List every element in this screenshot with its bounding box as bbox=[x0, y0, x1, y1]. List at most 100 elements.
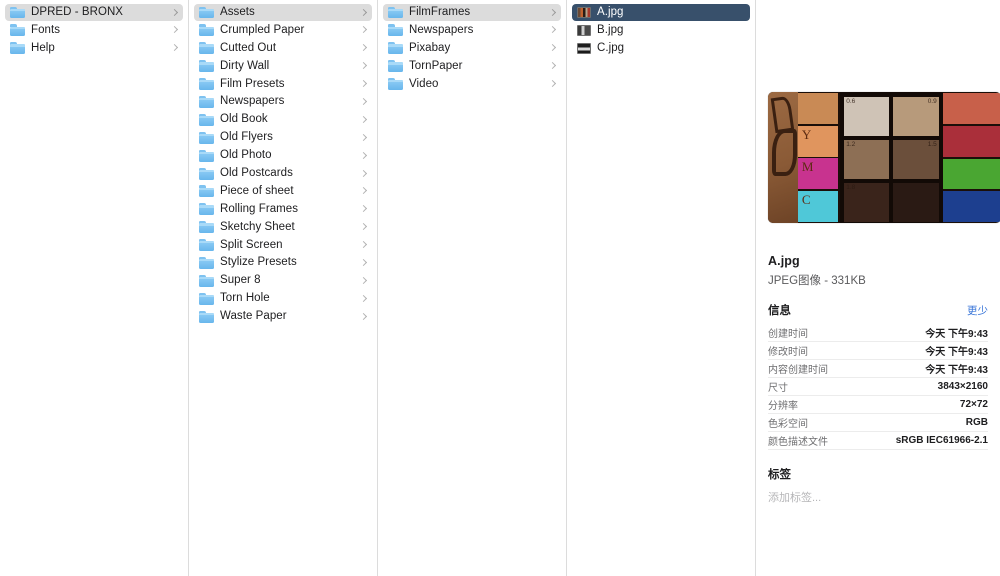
column-2-item[interactable]: Old Postcards bbox=[194, 165, 372, 182]
density-label-1-8: 1.8 bbox=[846, 184, 856, 191]
item-label: Cutted Out bbox=[220, 41, 277, 54]
info-toggle-link[interactable]: 更少 bbox=[967, 303, 988, 318]
item-label: Film Presets bbox=[220, 77, 285, 90]
item-label: Sketchy Sheet bbox=[220, 220, 295, 233]
column-2-item[interactable]: Old Flyers bbox=[194, 129, 372, 146]
column-2-item[interactable]: Newspapers bbox=[194, 93, 372, 110]
info-row: 内容创建时间 今天 下午9:43 bbox=[768, 360, 988, 378]
folder-icon bbox=[199, 131, 214, 144]
item-label: A.jpg bbox=[597, 6, 624, 18]
chevron-right-icon bbox=[360, 8, 368, 18]
folder-icon bbox=[199, 185, 214, 198]
color-calibration-chart-photo: Y M C 0.6 0.9 1.2 1.5 1.8 bbox=[768, 92, 1000, 223]
column-2-item[interactable]: Old Book bbox=[194, 111, 372, 128]
finder-column-2[interactable]: Assets Crumpled Paper Cutted Out Dirty Wall… bbox=[189, 0, 378, 576]
folder-icon bbox=[199, 95, 214, 108]
finder-column-4[interactable]: A.jpg B.jpg C.jpg bbox=[567, 0, 756, 576]
chevron-right-icon bbox=[171, 43, 179, 53]
folder-icon bbox=[10, 42, 25, 55]
chevron-right-icon bbox=[549, 8, 557, 18]
folder-icon bbox=[199, 310, 214, 323]
item-label: Waste Paper bbox=[220, 310, 287, 323]
chevron-right-icon bbox=[360, 151, 368, 161]
info-table: 创建时间 今天 下午9:43 修改时间 今天 下午9:43 内容创建时间 今天 下午9:4… bbox=[768, 324, 988, 450]
column-3-item[interactable]: FilmFrames bbox=[383, 4, 561, 21]
chevron-right-icon bbox=[549, 79, 557, 89]
info-row-value: sRGB IEC61966-2.1 bbox=[895, 435, 988, 446]
column-3-item[interactable]: Video bbox=[383, 76, 561, 93]
column-2-item[interactable]: Stylize Presets bbox=[194, 254, 372, 271]
column-2-item[interactable]: Dirty Wall bbox=[194, 58, 372, 75]
chevron-right-icon bbox=[360, 276, 368, 286]
column-3-item[interactable]: Pixabay bbox=[383, 40, 561, 57]
info-row-value: 72×72 bbox=[959, 399, 988, 410]
column-2-item[interactable]: Sketchy Sheet bbox=[194, 219, 372, 236]
item-label: Piece of sheet bbox=[220, 184, 294, 197]
folder-icon bbox=[199, 42, 214, 55]
column-4-item[interactable]: B.jpg bbox=[572, 22, 750, 39]
image-thumbnail-icon bbox=[577, 24, 591, 36]
item-label: Torn Hole bbox=[220, 292, 270, 305]
tags-section-title: 标签 bbox=[768, 469, 791, 481]
column-4-item[interactable]: A.jpg bbox=[572, 4, 750, 21]
preview-file-kind-size: JPEG图像 - 331KB bbox=[768, 275, 866, 287]
column-1-item[interactable]: Help bbox=[5, 40, 183, 57]
item-label: Rolling Frames bbox=[220, 202, 299, 215]
column-2-item[interactable]: Old Photo bbox=[194, 147, 372, 164]
folder-icon bbox=[199, 239, 214, 252]
item-label: Fonts bbox=[31, 23, 61, 36]
column-2-item[interactable]: Crumpled Paper bbox=[194, 22, 372, 39]
info-row: 尺寸 3843×2160 bbox=[768, 378, 988, 396]
folder-icon bbox=[199, 274, 214, 287]
chevron-right-icon bbox=[360, 294, 368, 304]
item-label: Split Screen bbox=[220, 238, 283, 251]
info-row-key: 创建时间 bbox=[768, 329, 808, 340]
chevron-right-icon bbox=[549, 25, 557, 35]
column-2-item[interactable]: Film Presets bbox=[194, 76, 372, 93]
column-1-item[interactable]: DPRED - BRONX bbox=[5, 4, 183, 21]
density-label-0-6: 0.6 bbox=[846, 98, 856, 105]
column-3-item[interactable]: Newspapers bbox=[383, 22, 561, 39]
column-2-item[interactable]: Assets bbox=[194, 4, 372, 21]
add-tag-field[interactable]: 添加标签... bbox=[768, 489, 988, 505]
info-row-key: 修改时间 bbox=[768, 347, 808, 358]
chevron-right-icon bbox=[360, 61, 368, 71]
info-row-key: 颜色描述文件 bbox=[768, 437, 828, 448]
info-row: 分辨率 72×72 bbox=[768, 396, 988, 414]
folder-icon bbox=[388, 24, 403, 37]
preview-file-name: A.jpg bbox=[768, 254, 800, 268]
chevron-right-icon bbox=[360, 222, 368, 232]
folder-icon bbox=[10, 24, 25, 37]
patch-label-m: M bbox=[801, 159, 814, 175]
item-label: FilmFrames bbox=[409, 6, 471, 18]
info-row-value: 今天 下午9:43 bbox=[925, 365, 988, 376]
folder-icon bbox=[199, 149, 214, 162]
column-2-item[interactable]: Split Screen bbox=[194, 237, 372, 254]
column-4-item[interactable]: C.jpg bbox=[572, 40, 750, 57]
finder-column-3[interactable]: FilmFrames Newspapers Pixabay TornPaper Vide… bbox=[378, 0, 567, 576]
column-2-item[interactable]: Cutted Out bbox=[194, 40, 372, 57]
column-3-item[interactable]: TornPaper bbox=[383, 58, 561, 75]
info-row-value: 今天 下午9:43 bbox=[925, 347, 988, 358]
column-2-item[interactable]: Super 8 bbox=[194, 272, 372, 289]
preview-image: Y M C 0.6 0.9 1.2 1.5 1.8 bbox=[768, 92, 1000, 223]
item-label: Old Postcards bbox=[220, 167, 293, 180]
folder-icon bbox=[388, 60, 403, 73]
finder-column-1[interactable]: DPRED - BRONX Fonts Help bbox=[0, 0, 189, 576]
chevron-right-icon bbox=[360, 186, 368, 196]
chevron-right-icon bbox=[360, 133, 368, 143]
chevron-right-icon bbox=[360, 312, 368, 322]
item-label: Dirty Wall bbox=[220, 59, 270, 72]
info-section-title: 信息 bbox=[768, 305, 791, 317]
column-2-item[interactable]: Piece of sheet bbox=[194, 183, 372, 200]
column-2-item[interactable]: Waste Paper bbox=[194, 308, 372, 325]
column-1-item[interactable]: Fonts bbox=[5, 22, 183, 39]
chevron-right-icon bbox=[360, 97, 368, 107]
folder-icon bbox=[199, 292, 214, 305]
column-2-item[interactable]: Rolling Frames bbox=[194, 201, 372, 218]
column-2-item[interactable]: Torn Hole bbox=[194, 290, 372, 307]
item-label: Assets bbox=[220, 6, 255, 18]
item-label: TornPaper bbox=[409, 59, 463, 72]
chevron-right-icon bbox=[360, 204, 368, 214]
item-label: DPRED - BRONX bbox=[31, 6, 124, 18]
